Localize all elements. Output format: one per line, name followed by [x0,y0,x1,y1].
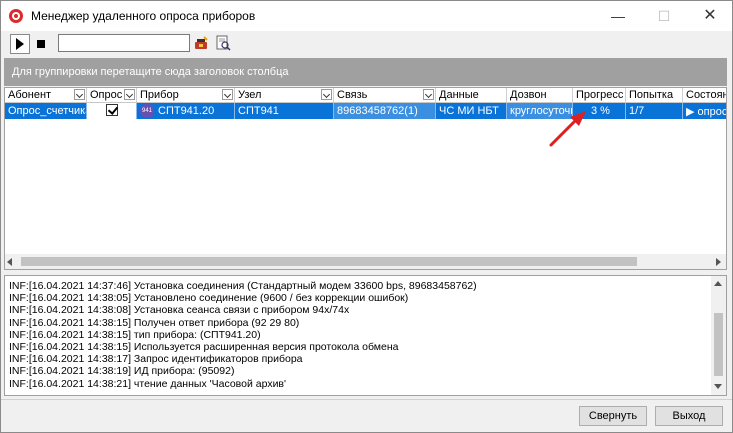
scroll-thumb[interactable] [21,257,637,266]
filter-dropdown-icon[interactable] [124,89,135,100]
stop-button[interactable] [31,34,51,54]
title-bar: Менеджер удаленного опроса приборов — ☐ … [1,1,732,31]
cell-abonent[interactable]: Опрос_счетчика [5,103,87,119]
log-line: INF:[16.04.2021 14:38:15] тип прибора: (… [9,328,261,341]
toolbar [1,31,732,55]
log-line: INF:[16.04.2021 14:38:08] Установка сеан… [9,304,350,317]
column-progress[interactable]: Прогресс [573,88,626,102]
column-node[interactable]: Узел [235,88,334,102]
device-icon: 941 [140,104,154,118]
cell-node[interactable]: СПТ941 [235,103,334,119]
column-data[interactable]: Данные [436,88,507,102]
column-dial[interactable]: Дозвон [507,88,573,102]
filter-dropdown-icon[interactable] [321,89,332,100]
cell-state[interactable]: ▶ опрос [683,103,726,119]
column-link[interactable]: Связь [334,88,436,102]
log-line: INF:[16.04.2021 14:38:15] Используется р… [9,340,399,353]
vertical-scrollbar[interactable] [711,276,726,395]
log-line: INF:[16.04.2021 14:38:19] ИД прибора: (9… [9,365,235,378]
column-opros[interactable]: Опрос [87,88,137,102]
app-window: Менеджер удаленного опроса приборов — ☐ … [0,0,733,433]
cell-data[interactable]: ЧС МИ НБТ [436,103,507,119]
devices-grid: Абонент Опрос Прибор Узел Связь Данные Д… [4,87,727,270]
cell-attempt[interactable]: 1/7 [626,103,683,119]
log-line: INF:[16.04.2021 14:38:05] Установлено со… [9,292,409,305]
annotation-arrow-icon [549,111,586,147]
scroll-up-icon[interactable] [714,281,722,286]
footer: Свернуть Выход [1,399,732,432]
log-line: INF:[16.04.2021 14:38:17] Запрос идентиф… [9,353,303,366]
window-title: Менеджер удаленного опроса приборов [31,9,256,23]
maximize-button[interactable]: ☐ [641,1,687,31]
cell-device[interactable]: 941 СПТ941.20 [137,103,235,119]
cell-link[interactable]: 89683458762(1) [334,103,436,119]
log-panel: INF:[16.04.2021 14:37:46] Установка соед… [4,275,727,396]
column-abonent[interactable]: Абонент [5,88,87,102]
opros-checkbox[interactable] [106,104,118,116]
phone-dial-icon[interactable] [193,35,209,51]
scroll-thumb[interactable] [714,313,723,376]
minimize-to-tray-button[interactable]: Свернуть [579,406,647,426]
log-lines: INF:[16.04.2021 14:37:46] Установка соед… [9,280,709,390]
app-icon [9,9,23,23]
filter-dropdown-icon[interactable] [74,89,85,100]
column-state[interactable]: Состояние [683,88,726,102]
filter-dropdown-icon[interactable] [222,89,233,100]
log-line: INF:[16.04.2021 14:38:21] чтение данных … [9,377,287,390]
scroll-down-icon[interactable] [714,384,722,389]
exit-button[interactable]: Выход [655,406,723,426]
play-button[interactable] [10,34,30,54]
horizontal-scrollbar[interactable] [5,254,726,269]
table-row[interactable]: Опрос_счетчика 941 СПТ941.20 СПТ941 8968… [5,103,726,119]
grid-header: Абонент Опрос Прибор Узел Связь Данные Д… [5,88,726,103]
preview-icon[interactable] [215,35,231,51]
column-attempt[interactable]: Попытка [626,88,683,102]
group-hint-text: Для группировки перетащите сюда заголово… [12,66,289,78]
group-by-panel[interactable]: Для группировки перетащите сюда заголово… [4,58,727,86]
minimize-button[interactable]: — [595,1,641,31]
toolbar-search-input[interactable] [58,34,190,52]
column-device[interactable]: Прибор [137,88,235,102]
log-line: INF:[16.04.2021 14:38:15] Получен ответ … [9,316,300,329]
scroll-left-icon[interactable] [7,258,12,266]
scroll-right-icon[interactable] [716,258,721,266]
cell-opros[interactable] [87,103,137,119]
log-line: INF:[16.04.2021 14:37:46] Установка соед… [9,280,477,292]
close-button[interactable]: ✕ [687,1,732,31]
filter-dropdown-icon[interactable] [423,89,434,100]
